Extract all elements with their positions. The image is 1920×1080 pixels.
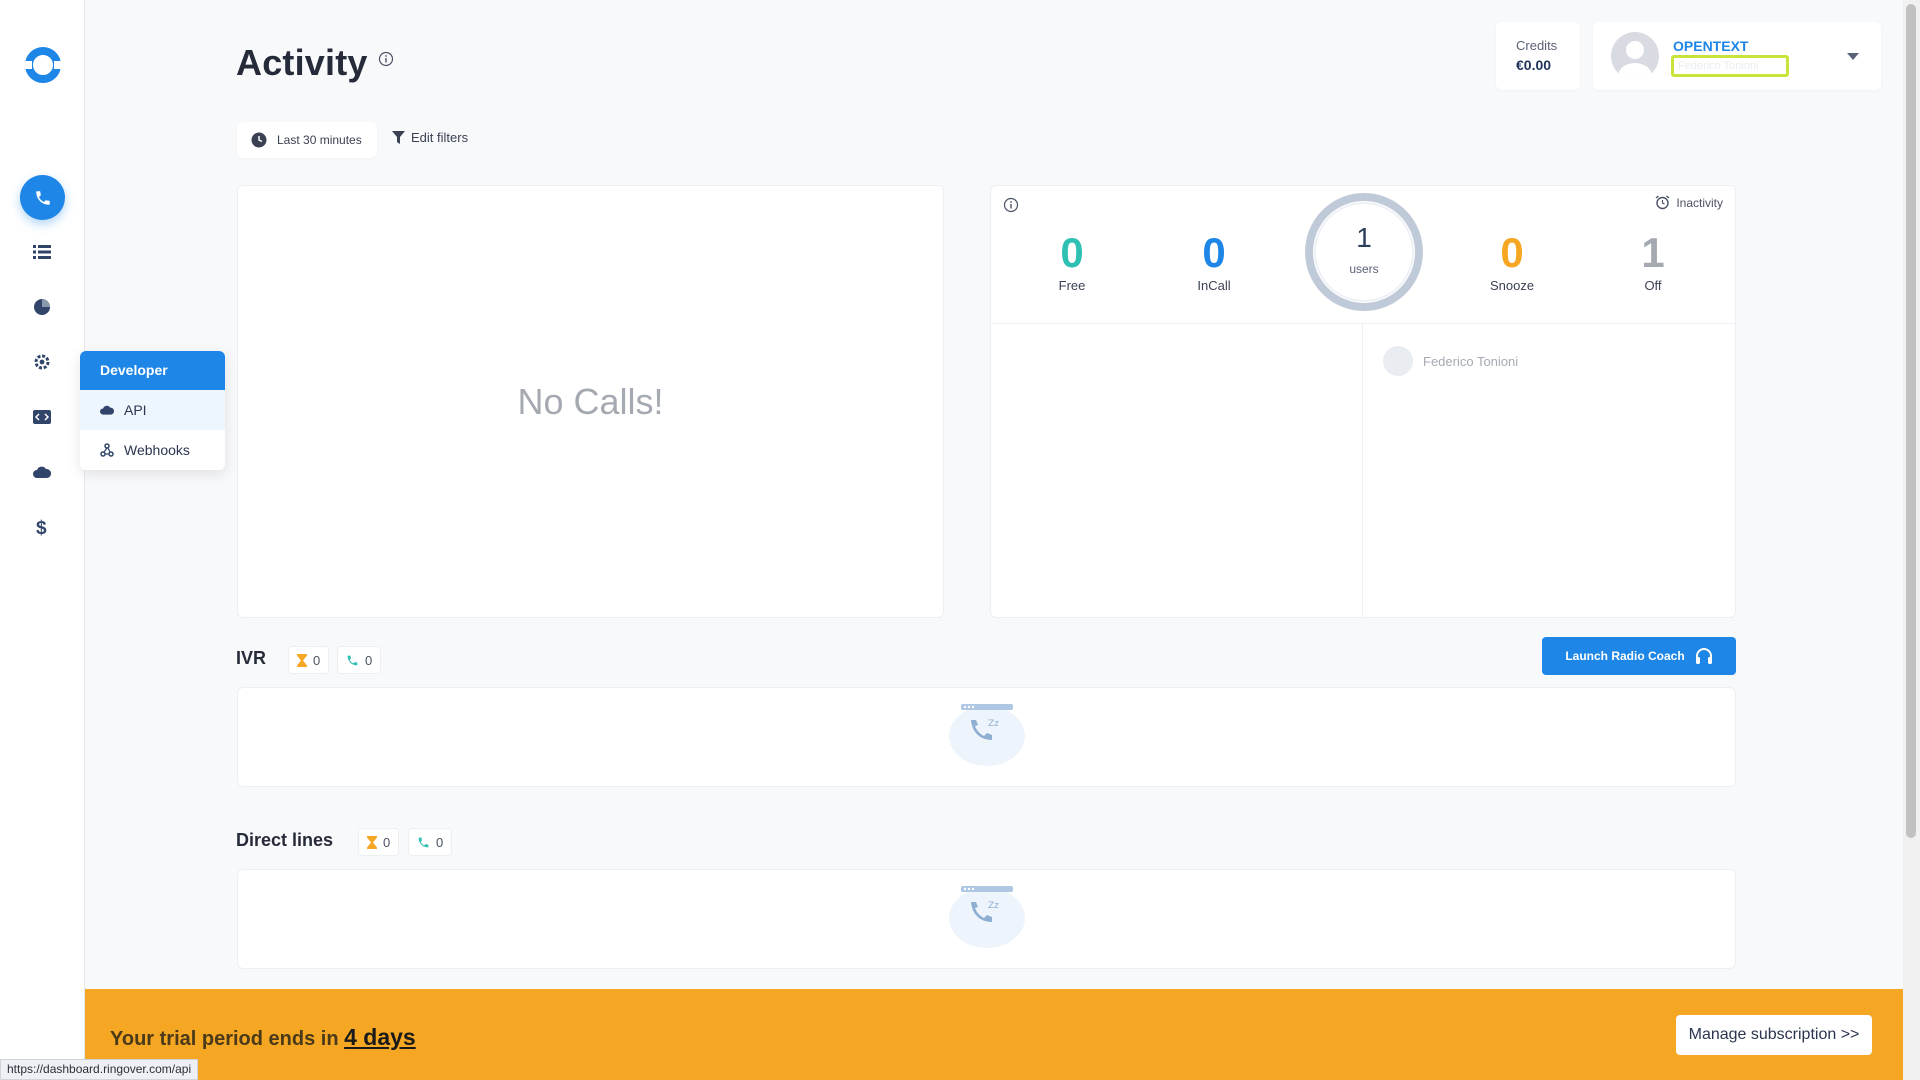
avatar [1383,346,1413,376]
developer-menu: Developer API Webhooks [80,351,225,470]
ivr-waiting-badge: 0 [288,646,330,674]
credits-value: €0.00 [1516,57,1552,73]
launch-radio-coach-button[interactable]: Launch Radio Coach [1542,637,1736,675]
no-calls-text: No Calls! [517,381,664,422]
stat-snooze-label: Snooze [1489,278,1535,293]
sidebar-item-analytics[interactable] [28,293,56,321]
developer-menu-item-webhooks[interactable]: Webhooks [80,430,225,470]
stat-free-label: Free [1058,278,1086,293]
stat-snooze-value: 0 [1500,229,1524,276]
direct-lines-panel: Zz [237,869,1736,969]
ivr-waiting-count: 0 [313,652,321,668]
headphones-icon [1695,648,1712,664]
avatar [1611,32,1659,80]
sidebar-item-list[interactable] [28,238,56,266]
webhook-icon [100,443,114,457]
stat-incall-value: 0 [1202,229,1226,276]
sidebar: $ [0,0,85,1080]
clock-icon [251,132,267,148]
manage-subscription-button[interactable]: Manage subscription >> [1676,1015,1872,1055]
sleeping-phone-icon: Zz [948,886,1025,948]
trial-banner-text: Your trial period ends in 4 days [110,1024,416,1051]
stat-snooze: 0 Snooze [1467,229,1557,294]
ivr-panel: Zz [237,687,1736,787]
edit-filters-button[interactable]: Edit filters [392,130,468,145]
users-status-panel: Inactivity 0 Free 0 InCall 1 users 0 Sno… [990,185,1736,618]
users-count: 1 [1356,222,1372,253]
direct-lines-waiting-badge: 0 [358,828,400,856]
status-url: https://dashboard.ringover.com/api [0,1059,199,1080]
list-icon [33,245,51,259]
gear-icon [34,354,50,370]
developer-menu-item-label: Webhooks [124,442,190,458]
sidebar-item-developer[interactable] [28,403,56,431]
credits-box: Credits €0.00 [1496,22,1580,90]
inactivity-label: Inactivity [1676,195,1723,210]
phone-icon [35,190,50,205]
users-ring: 1 users [1304,192,1424,312]
account-user: Federico Tonioni [1671,55,1789,77]
phone-icon [418,837,429,847]
direct-lines-title: Direct lines [236,830,334,850]
ivr-calls-count: 0 [365,652,373,668]
direct-lines-waiting-count: 0 [383,834,391,850]
divider [991,323,1735,324]
account-menu[interactable]: OPENTEXT Federico Tonioni [1593,22,1881,90]
trial-days-link[interactable]: 4 days [344,1024,416,1050]
stat-free-value: 0 [1060,229,1084,276]
account-company: OPENTEXT [1673,38,1749,54]
sidebar-item-billing[interactable]: $ [28,513,56,541]
ringover-logo[interactable] [24,46,62,84]
launch-radio-coach-label: Launch Radio Coach [1565,649,1685,663]
sleeping-phone-icon: Zz [948,704,1025,766]
edit-filters-label: Edit filters [411,130,469,145]
info-icon[interactable] [378,51,394,67]
ivr-calls-badge: 0 [337,646,382,674]
dollar-icon: $ [36,518,47,537]
developer-menu-header: Developer [80,351,225,390]
code-icon [33,410,51,424]
filter-icon [392,130,405,144]
user-name: Federico Tonioni [1423,353,1519,369]
inactivity-toggle[interactable]: Inactivity [1655,195,1723,210]
time-range-filter[interactable]: Last 30 minutes [237,122,377,158]
scrollbar-thumb[interactable] [1906,4,1916,838]
stat-free: 0 Free [1027,229,1117,294]
cloud-icon [100,405,114,415]
ivr-title: IVR [236,648,267,668]
alarm-clock-icon [1655,195,1670,210]
chevron-down-icon[interactable] [1847,53,1859,60]
credits-label: Credits [1516,38,1558,53]
phone-icon [347,655,358,665]
trial-banner: Your trial period ends in 4 days Manage … [85,989,1903,1080]
developer-menu-item-api[interactable]: API [80,390,225,430]
pie-chart-icon [34,299,50,315]
hourglass-icon [297,653,307,667]
direct-lines-calls-badge: 0 [408,828,453,856]
trial-prefix: Your trial period ends in [110,1028,345,1050]
cloud-icon [33,466,51,478]
info-icon[interactable] [1003,197,1019,213]
page-title: Activity [236,42,368,83]
sidebar-item-settings[interactable] [28,348,56,376]
calls-panel: No Calls! [237,185,944,618]
direct-lines-calls-count: 0 [436,834,444,850]
svg-text:$: $ [36,518,47,537]
sidebar-item-integrations[interactable] [28,458,56,486]
svg-text:Zz: Zz [988,901,999,911]
users-label: users [1349,262,1379,276]
divider [1362,324,1363,617]
stat-incall-label: InCall [1197,278,1231,293]
hourglass-icon [367,835,377,849]
developer-menu-item-label: API [124,402,147,418]
stat-off-value: 1 [1641,229,1665,276]
stat-incall: 0 InCall [1169,229,1259,294]
svg-text:Zz: Zz [988,719,999,729]
stat-off: 1 Off [1608,229,1698,294]
stat-off-label: Off [1644,278,1662,293]
time-range-label: Last 30 minutes [277,133,362,147]
sidebar-item-calls[interactable] [20,175,65,220]
user-list-item[interactable]: Federico Tonioni [1383,346,1518,376]
